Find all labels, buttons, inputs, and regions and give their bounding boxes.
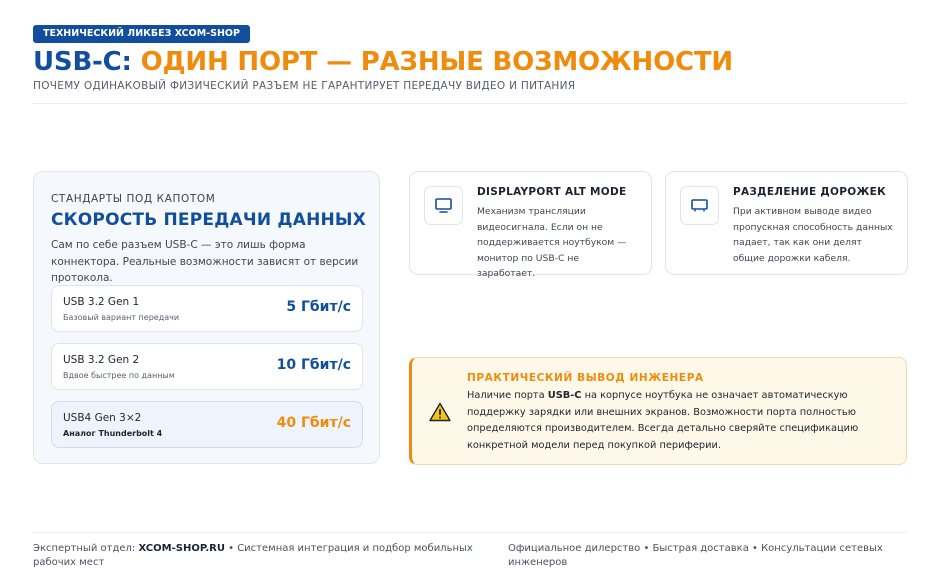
conclusion-text-bold: USB-C [547,390,582,401]
monitor-icon [680,186,719,225]
page-title-main: ОДИН ПОРТ — РАЗНЫЕ ВОЗМОЖНОСТИ [140,47,734,77]
footer-divider [33,532,907,533]
speed-row-name: USB 3.2 Gen 1 [63,296,140,308]
footer-left-prefix: Экспертный отдел: [33,543,139,554]
standards-card: СТАНДАРТЫ ПОД КАПОТОМ СКОРОСТЬ ПЕРЕДАЧИ … [33,171,380,464]
conclusion-text: Наличие порта USB-C на корпусе ноутбука … [467,388,897,454]
page-subtitle: ПОЧЕМУ ОДИНАКОВЫЙ ФИЗИЧЕСКИЙ РАЗЪЕМ НЕ Г… [33,80,576,92]
page-title-prefix: USB-C: [33,47,141,77]
warning-icon [429,402,451,422]
standards-description: Сам по себе разъем USB-C — это лишь форм… [51,239,359,284]
footer-brand[interactable]: XCOM-SHOP.RU [138,543,224,554]
conclusion-text-before: Наличие порта [467,390,548,401]
speed-row-subtitle: Базовый вариант передачи [63,313,180,322]
speed-row-value: 5 Гбит/с [286,299,351,315]
engineer-conclusion-card: ПРАКТИЧЕСКИЙ ВЫВОД ИНЖЕНЕРА Наличие порт… [409,357,907,465]
speed-row-value: 10 Гбит/с [276,357,351,373]
standards-eyebrow: СТАНДАРТЫ ПОД КАПОТОМ [51,193,216,205]
speed-row-subtitle: Аналог Thunderbolt 4 [63,429,163,438]
speed-row-value: 40 Гбит/с [276,415,351,431]
displayport-text: Механизм трансляции видеосигнала. Если о… [477,206,627,279]
speed-row-subtitle: Вдвое быстрее по данным [63,371,175,380]
standards-title: СКОРОСТЬ ПЕРЕДАЧИ ДАННЫХ [51,210,367,230]
header-divider [33,103,907,104]
lanes-title: РАЗДЕЛЕНИЕ ДОРОЖЕК [733,186,887,198]
page-title: USB-C: ОДИН ПОРТ — РАЗНЫЕ ВОЗМОЖНОСТИ [33,46,733,78]
speed-row-name: USB4 Gen 3×2 [63,412,142,424]
category-badge: ТЕХНИЧЕСКИЙ ЛИКБЕЗ XCOM-SHOP [33,25,250,43]
displayport-title: DISPLAYPORT ALT MODE [477,186,627,198]
footer-right: Официальное дилерство • Быстрая доставка… [508,543,883,568]
speed-row-usb32-gen2: USB 3.2 Gen 2 Вдвое быстрее по данным 10… [51,343,363,390]
monitor-icon [424,186,463,225]
conclusion-title: ПРАКТИЧЕСКИЙ ВЫВОД ИНЖЕНЕРА [467,372,704,384]
displayport-card: DISPLAYPORT ALT MODE Механизм трансляции… [409,171,652,279]
speed-row-name: USB 3.2 Gen 2 [63,354,140,366]
speed-row-usb32-gen1: USB 3.2 Gen 1 Базовый вариант передачи 5… [51,285,363,332]
lanes-card: РАЗДЕЛЕНИЕ ДОРОЖЕК При активном выводе в… [665,171,908,275]
footer-left: Экспертный отдел: XCOM-SHOP.RU • Системн… [33,542,493,570]
lanes-text: При активном выводе видео пропускная спо… [733,206,893,264]
speed-row-usb4: USB4 Gen 3×2 Аналог Thunderbolt 4 40 Гби… [51,401,363,448]
